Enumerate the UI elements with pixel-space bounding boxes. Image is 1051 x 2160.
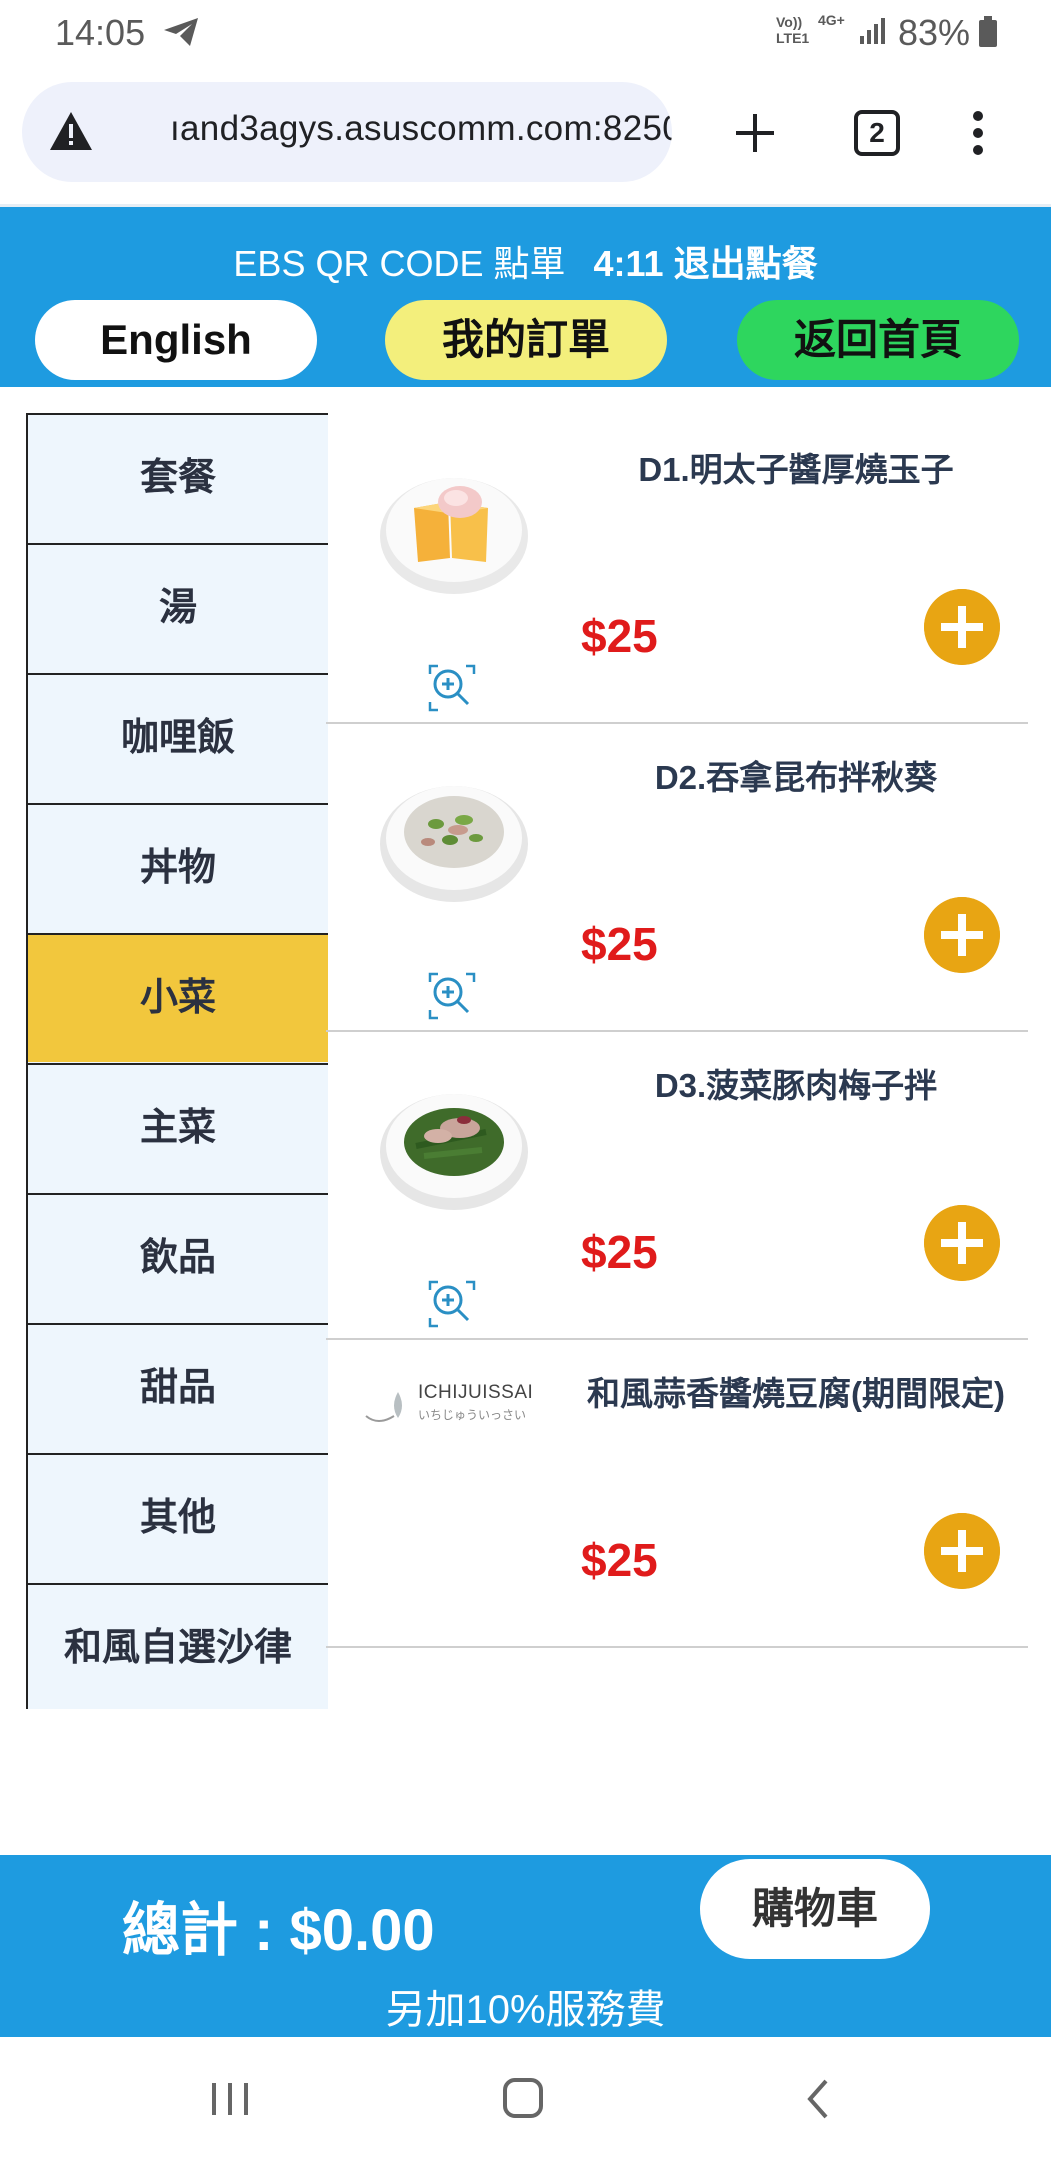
spinach-pork-photo[interactable] <box>376 1062 531 1217</box>
system-nav-bar <box>0 2037 1051 2160</box>
category-curry-rice[interactable]: 咖哩飯 <box>28 673 328 802</box>
brand-name: ICHIJUISSAI <box>418 1382 534 1403</box>
zoom-in-icon[interactable] <box>426 1278 478 1330</box>
exit-timer-link[interactable]: 4:11 退出點餐 <box>594 243 818 284</box>
order-total: 總計 : $0.00 <box>122 1898 435 1963</box>
zoom-in-icon[interactable] <box>426 970 478 1022</box>
okra-tuna-photo[interactable] <box>376 754 531 909</box>
category-set-meal[interactable]: 套餐 <box>28 413 328 542</box>
status-bar: 14:05 Vo)) LTE1 4G+ 83% <box>0 0 1051 66</box>
status-time: 14:05 <box>55 12 146 53</box>
brand-logo: ICHIJUISSAI いちじゅういっさい <box>364 1382 534 1430</box>
recents-icon[interactable] <box>208 2077 252 2121</box>
new-tab-icon[interactable] <box>730 108 780 158</box>
english-button[interactable]: English <box>35 300 317 380</box>
telegram-send-icon <box>164 18 198 46</box>
item-price: $25 <box>581 610 658 662</box>
menu-item: ICHIJUISSAI いちじゅういっさい 和風蒜香醬燒豆腐(期間限定) $25 <box>326 1338 1028 1648</box>
battery-icon <box>979 16 997 47</box>
item-price: $25 <box>581 1534 658 1586</box>
app-header: EBS QR CODE 點單 4:11 退出點餐 English 我的訂單 返回… <box>0 207 1051 387</box>
my-orders-button[interactable]: 我的訂單 <box>385 300 667 380</box>
add-to-cart-button[interactable] <box>924 1513 1000 1589</box>
cart-footer: 總計 : $0.00 購物車 另加10%服務費 <box>0 1855 1051 2037</box>
item-price: $25 <box>581 918 658 970</box>
droplet-logo-icon <box>365 1392 402 1422</box>
cart-button[interactable]: 購物車 <box>700 1859 930 1959</box>
add-to-cart-button[interactable] <box>924 589 1000 665</box>
address-bar[interactable]: ıand3agys.asuscomm.com:8250 <box>22 82 672 182</box>
signal-icon <box>860 18 885 44</box>
header-title-line: EBS QR CODE 點單 4:11 退出點餐 <box>0 235 1051 287</box>
menu-item: D3.菠菜豚肉梅子拌 $25 <box>326 1030 1028 1340</box>
battery-percent: 83% <box>898 12 971 53</box>
service-charge-note: 另加10%服務費 <box>385 1988 666 2032</box>
menu-item: D2.吞拿昆布拌秋葵 $25 <box>326 722 1028 1032</box>
browser-toolbar: ıand3agys.asuscomm.com:8250 2 <box>0 66 1051 207</box>
url-text[interactable]: ıand3agys.asuscomm.com:8250 <box>122 109 672 149</box>
item-price: $25 <box>581 1226 658 1278</box>
category-soup[interactable]: 湯 <box>28 543 328 672</box>
warning-icon[interactable] <box>48 110 94 152</box>
category-main-dish[interactable]: 主菜 <box>28 1063 328 1192</box>
tamagoyaki-photo[interactable] <box>376 446 531 601</box>
back-icon[interactable] <box>800 2075 836 2123</box>
item-name: D2.吞拿昆布拌秋葵 <box>654 759 938 796</box>
more-icon[interactable] <box>970 108 986 158</box>
item-name: D1.明太子醬厚燒玉子 <box>638 451 954 488</box>
menu-item: D1.明太子醬厚燒玉子 $25 <box>326 414 1028 724</box>
home-button[interactable]: 返回首頁 <box>737 300 1019 380</box>
category-others[interactable]: 其他 <box>28 1453 328 1582</box>
category-salad[interactable]: 和風自選沙律 <box>28 1583 328 1712</box>
item-name: D3.菠菜豚肉梅子拌 <box>654 1067 938 1104</box>
tabs-icon[interactable]: 2 <box>854 110 900 156</box>
data-type-indicator: 4G+ <box>818 12 845 28</box>
category-dessert[interactable]: 甜品 <box>28 1323 328 1452</box>
category-side-dish[interactable]: 小菜 <box>28 933 328 1062</box>
header-title: EBS QR CODE 點單 <box>233 243 566 284</box>
network-indicator: Vo)) LTE1 <box>776 14 810 46</box>
home-icon[interactable] <box>500 2075 546 2121</box>
category-donburi[interactable]: 丼物 <box>28 803 328 932</box>
item-name: 和風蒜香醬燒豆腐(期間限定) <box>587 1375 1005 1412</box>
category-drinks[interactable]: 飲品 <box>28 1193 328 1322</box>
category-sidebar: 套餐 湯 咖哩飯 丼物 小菜 主菜 飲品 甜品 其他 和風自選沙律 <box>26 413 328 1709</box>
brand-subtitle: いちじゅういっさい <box>418 1408 527 1422</box>
add-to-cart-button[interactable] <box>924 1205 1000 1281</box>
zoom-in-icon[interactable] <box>426 662 478 714</box>
add-to-cart-button[interactable] <box>924 897 1000 973</box>
